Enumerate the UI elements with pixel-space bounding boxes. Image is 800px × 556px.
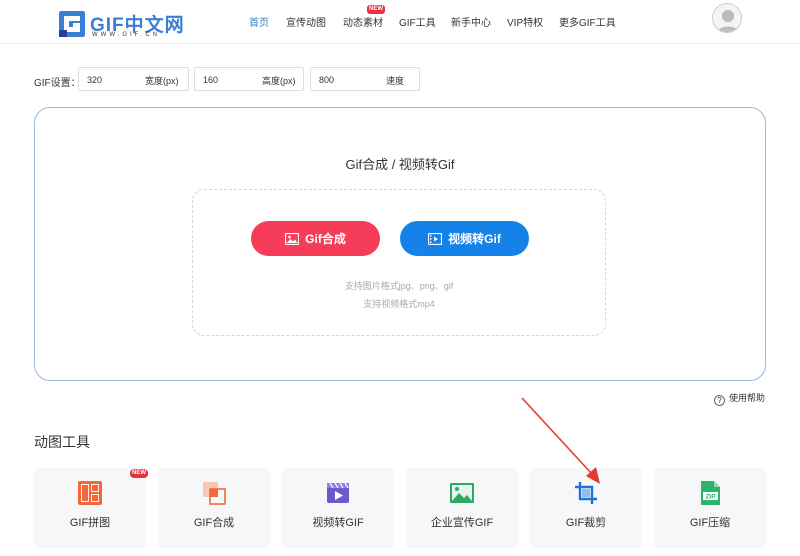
- tool-card-gif-compress[interactable]: ZIP GIF压缩: [654, 468, 766, 548]
- height-setting: 高度(px): [194, 67, 304, 91]
- tool-label: GIF合成: [193, 517, 235, 529]
- tool-label: GIF拼图: [69, 517, 111, 529]
- nav-item-more-tools[interactable]: 更多GIF工具: [559, 14, 616, 29]
- collage-icon: [78, 481, 102, 505]
- height-input[interactable]: [203, 73, 253, 87]
- nav-item-home[interactable]: 首页: [249, 14, 269, 29]
- new-badge: NEW: [367, 5, 385, 14]
- tool-label: 视频转GIF: [312, 517, 364, 529]
- nav-item-gif-tools[interactable]: GIF工具: [399, 14, 436, 29]
- logo-mark-icon: [59, 11, 85, 37]
- zip-icon: ZIP: [701, 481, 720, 505]
- tool-label: GIF裁剪: [565, 517, 607, 529]
- upload-panel: Gif合成 / 视频转Gif Gif合成 视频转Gif 支持图片格式jpg、pn…: [34, 107, 766, 381]
- gif-compose-label: Gif合成: [305, 232, 346, 246]
- tool-card-promo-gif[interactable]: 企业宣传GIF: [406, 468, 518, 548]
- hint-image-formats: 支持图片格式jpg、png、gif: [344, 281, 454, 291]
- hint-video-formats: 支持视频格式mp4: [363, 299, 435, 309]
- new-badge: NEW: [130, 469, 148, 478]
- tool-card-gif-crop[interactable]: GIF裁剪: [530, 468, 642, 548]
- video-to-gif-label: 视频转Gif: [448, 232, 501, 246]
- panel-title: Gif合成 / 视频转Gif: [345, 157, 455, 172]
- image-icon: [450, 483, 474, 503]
- width-input[interactable]: [87, 73, 137, 87]
- gif-settings-label: GIF设置：: [34, 78, 81, 89]
- crop-icon: [575, 482, 597, 504]
- height-unit-label: 高度(px): [262, 76, 296, 86]
- width-unit-label: 宽度(px): [145, 76, 179, 86]
- video-to-gif-button[interactable]: 视频转Gif: [400, 221, 529, 256]
- tool-card-gif-merge[interactable]: GIF合成: [158, 468, 270, 548]
- site-logo[interactable]: GIF中文网 WWW.GIF.CN: [58, 10, 188, 42]
- nav-item-promo-gifs[interactable]: 宣传动图: [286, 14, 326, 29]
- nav-item-beginner-center[interactable]: 新手中心: [451, 14, 491, 29]
- user-avatar[interactable]: [712, 3, 742, 33]
- film-icon: [428, 232, 443, 245]
- tool-label: 企业宣传GIF: [430, 517, 494, 529]
- logo-url: WWW.GIF.CN: [92, 32, 160, 38]
- nav-item-dynamic-assets[interactable]: 动态素材: [343, 14, 383, 29]
- help-label: 使用帮助: [729, 393, 766, 403]
- tool-card-video-to-gif[interactable]: 视频转GIF: [282, 468, 394, 548]
- tool-label: GIF压缩: [689, 517, 731, 529]
- tool-card-collage[interactable]: NEW GIF拼图: [34, 468, 148, 548]
- tools-section-title: 动图工具: [34, 434, 90, 450]
- image-icon: [285, 232, 300, 245]
- speed-setting: 速度: [310, 67, 420, 91]
- speed-unit-label: 速度: [386, 76, 405, 86]
- drop-zone[interactable]: Gif合成 视频转Gif 支持图片格式jpg、png、gif 支持视频格式mp4: [192, 189, 606, 336]
- tools-grid: NEW GIF拼图 GIF合成 视频转GIF 企业宣传GIF GIF裁剪 ZIP…: [34, 468, 766, 556]
- help-link[interactable]: ? 使用帮助: [714, 391, 765, 406]
- speed-input[interactable]: [319, 73, 369, 87]
- gif-compose-button[interactable]: Gif合成: [251, 221, 380, 256]
- top-header: GIF中文网 WWW.GIF.CN 首页 宣传动图 动态素材 NEW GIF工具…: [0, 0, 800, 44]
- question-icon: ?: [714, 395, 725, 406]
- merge-icon: [203, 482, 226, 505]
- svg-text:ZIP: ZIP: [705, 494, 716, 501]
- width-setting: 宽度(px): [78, 67, 189, 91]
- video-icon: [327, 482, 349, 503]
- user-icon: [716, 10, 740, 32]
- nav-item-vip[interactable]: VIP特权: [507, 14, 543, 29]
